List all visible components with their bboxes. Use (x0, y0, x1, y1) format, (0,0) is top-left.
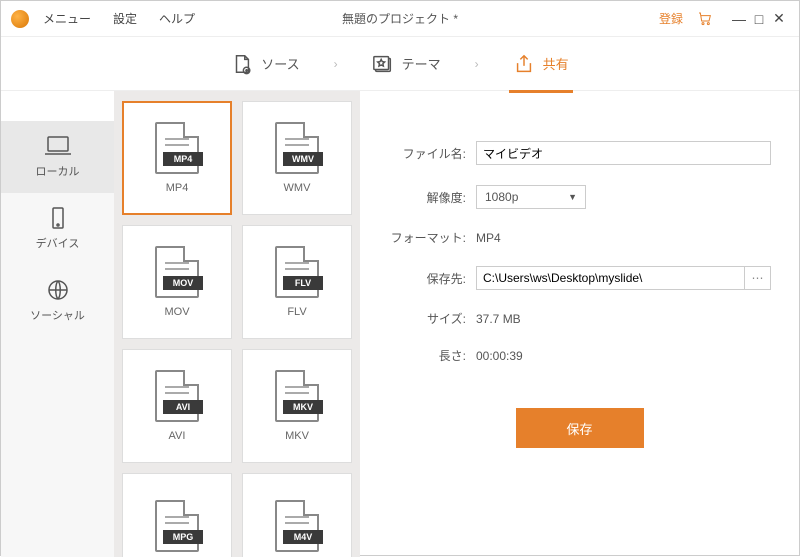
sidebar-item-local[interactable]: ローカル (1, 121, 114, 193)
file-icon: MPG (155, 500, 199, 552)
size-label: サイズ: (388, 310, 466, 327)
chevron-right-icon: › (475, 57, 479, 71)
length-value: 00:00:39 (476, 349, 523, 363)
format-badge: MOV (163, 276, 203, 290)
file-icon: M4V (275, 500, 319, 552)
format-label: FLV (287, 306, 306, 318)
file-icon: FLV (275, 246, 319, 298)
format-label: MOV (164, 306, 189, 318)
sidebar-item-device[interactable]: デバイス (1, 193, 114, 265)
format-label: MP4 (166, 182, 189, 194)
tab-theme[interactable]: テーマ (368, 53, 445, 75)
file-icon: MOV (155, 246, 199, 298)
app-icon (11, 10, 29, 28)
format-badge: MKV (283, 400, 323, 414)
file-icon: MP4 (155, 122, 199, 174)
format-card-mpg[interactable]: MPG (122, 473, 232, 557)
resolution-value: 1080p (485, 190, 518, 204)
device-icon (44, 207, 72, 229)
format-label: MKV (285, 430, 309, 442)
maximize-button[interactable]: □ (749, 11, 769, 27)
format-card-flv[interactable]: FLVFLV (242, 225, 352, 339)
browse-button[interactable]: ⋯ (745, 266, 771, 290)
sidebar-blank (1, 91, 114, 121)
filename-label: ファイル名: (388, 145, 466, 162)
format-badge: FLV (283, 276, 323, 290)
main-area: ローカル デバイス ソーシャル MP4MP4WMVWMVMOVMOVFLVFLV… (1, 91, 799, 557)
cart-icon[interactable] (697, 11, 713, 27)
register-link[interactable]: 登録 (659, 10, 683, 27)
format-label: フォーマット: (388, 229, 466, 246)
sidebar-device-label: デバイス (36, 235, 80, 251)
savepath-input[interactable] (476, 266, 745, 290)
size-value: 37.7 MB (476, 312, 521, 326)
tab-share[interactable]: 共有 (509, 53, 573, 75)
sidebar-local-label: ローカル (36, 163, 80, 179)
format-label: WMV (284, 182, 311, 194)
resolution-label: 解像度: (388, 189, 466, 206)
laptop-icon (44, 135, 72, 157)
filename-input[interactable] (476, 141, 771, 165)
format-badge: M4V (283, 530, 323, 544)
globe-icon (44, 279, 72, 301)
chevron-right-icon: › (334, 57, 338, 71)
format-badge: WMV (283, 152, 323, 166)
menu-help[interactable]: ヘルプ (159, 10, 195, 27)
format-card-m4v[interactable]: M4V (242, 473, 352, 557)
window-title: 無題のプロジェクト * (342, 10, 458, 27)
file-icon: MKV (275, 370, 319, 422)
tab-source-label: ソース (261, 54, 299, 73)
titlebar: メニュー 設定 ヘルプ 無題のプロジェクト * 登録 — □ ✕ (1, 1, 799, 37)
format-card-mov[interactable]: MOVMOV (122, 225, 232, 339)
sidebar: ローカル デバイス ソーシャル (1, 91, 114, 557)
resolution-select[interactable]: 1080p ▼ (476, 185, 586, 209)
length-label: 長さ: (388, 347, 466, 364)
minimize-button[interactable]: — (729, 11, 749, 27)
file-icon: WMV (275, 122, 319, 174)
tab-share-label: 共有 (543, 54, 569, 73)
step-tabs: ソース › テーマ › 共有 (1, 37, 799, 91)
format-card-mkv[interactable]: MKVMKV (242, 349, 352, 463)
savepath-label: 保存先: (388, 270, 466, 287)
tab-source[interactable]: ソース (227, 53, 303, 75)
chevron-down-icon: ▼ (568, 192, 577, 202)
format-card-mp4[interactable]: MP4MP4 (122, 101, 232, 215)
format-card-wmv[interactable]: WMVWMV (242, 101, 352, 215)
menu-menu[interactable]: メニュー (43, 10, 91, 27)
menu-settings[interactable]: 設定 (113, 10, 137, 27)
sidebar-social-label: ソーシャル (30, 307, 85, 323)
save-button[interactable]: 保存 (516, 408, 644, 448)
format-grid[interactable]: MP4MP4WMVWMVMOVMOVFLVFLVAVIAVIMKVMKVMPGM… (114, 91, 360, 557)
share-icon (513, 53, 535, 75)
tab-theme-label: テーマ (402, 54, 441, 73)
format-badge: AVI (163, 400, 203, 414)
format-card-avi[interactable]: AVIAVI (122, 349, 232, 463)
export-panel: ファイル名: 解像度: 1080p ▼ フォーマット: MP4 保存先: ⋯ サ… (360, 91, 799, 557)
file-icon: AVI (155, 370, 199, 422)
sidebar-item-social[interactable]: ソーシャル (1, 265, 114, 337)
format-badge: MP4 (163, 152, 203, 166)
format-badge: MPG (163, 530, 203, 544)
format-value: MP4 (476, 231, 501, 245)
source-icon (231, 53, 253, 75)
format-label: AVI (169, 430, 186, 442)
theme-icon (372, 53, 394, 75)
close-button[interactable]: ✕ (769, 10, 789, 27)
